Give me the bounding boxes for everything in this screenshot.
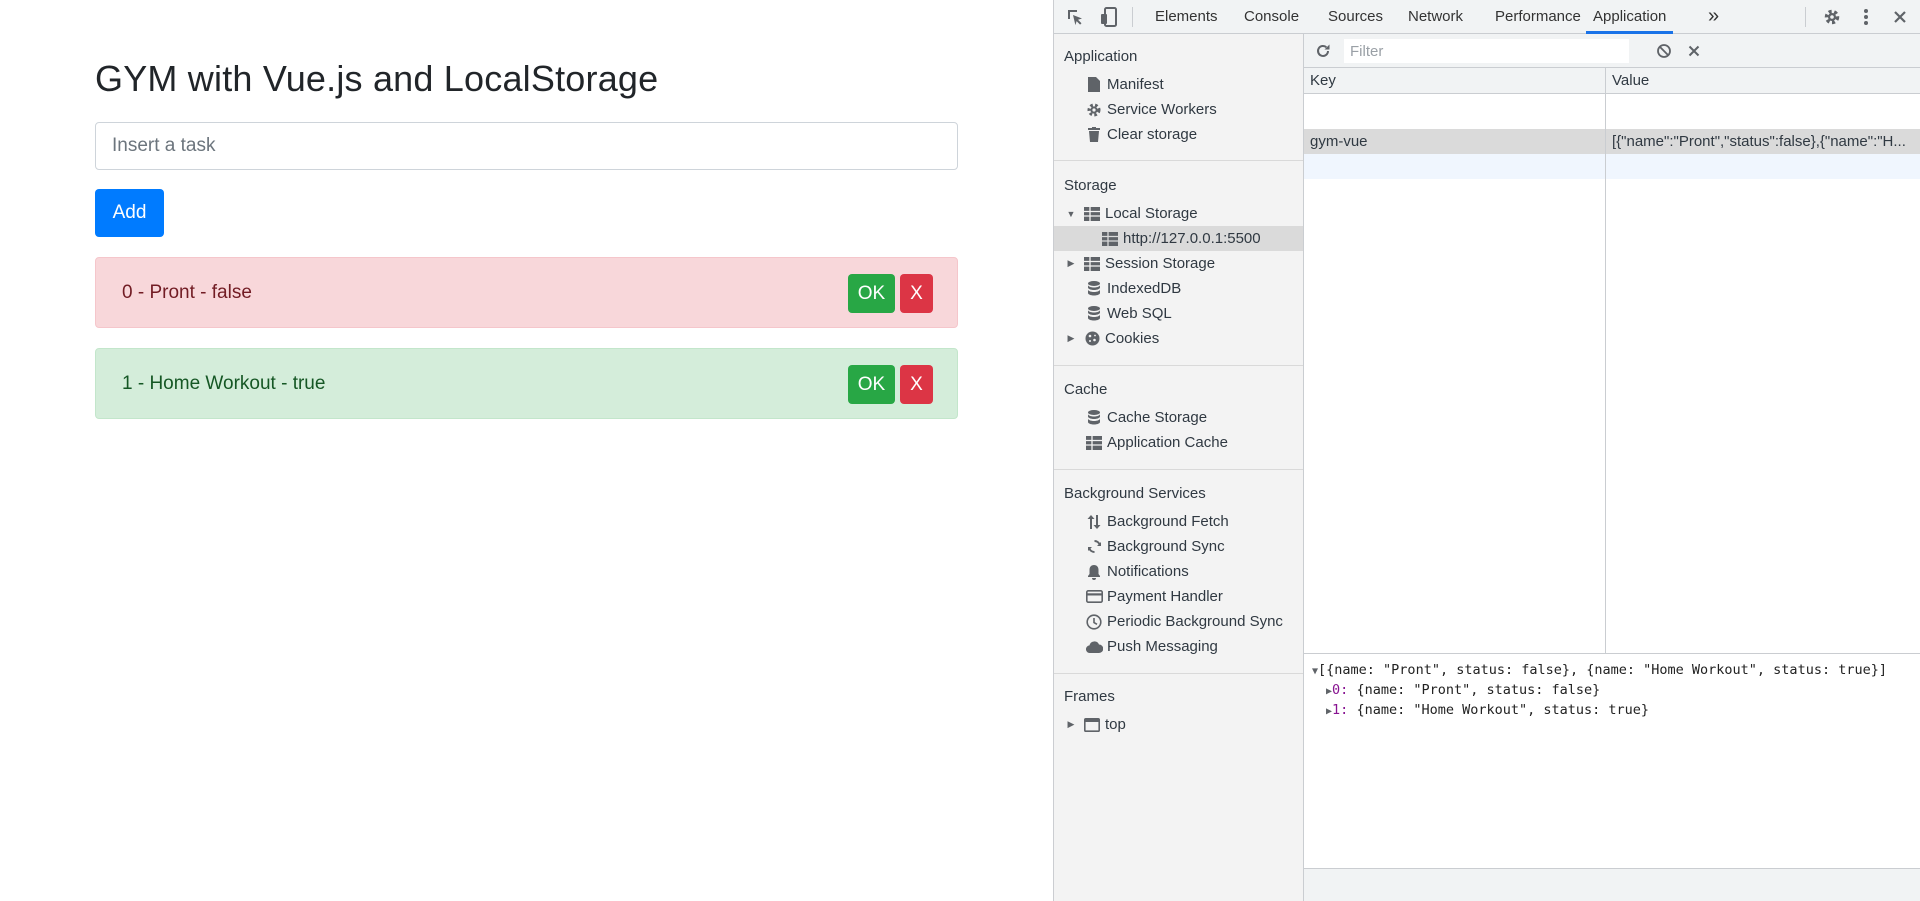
sidebar-item-background-fetch[interactable]: Background Fetch bbox=[1054, 509, 1303, 534]
task-item-1: 1 - Home Workout - true OK X bbox=[95, 348, 958, 419]
toolbar-separator bbox=[1132, 7, 1133, 27]
sidebar-divider bbox=[1054, 160, 1303, 161]
page-title: GYM with Vue.js and LocalStorage bbox=[95, 58, 659, 99]
clear-all-block-icon[interactable] bbox=[1651, 38, 1677, 64]
devtools-panel: Elements Console Sources Network Perform… bbox=[1053, 0, 1920, 901]
sidebar-item-cookies[interactable]: ▶ Cookies bbox=[1054, 326, 1303, 351]
add-button[interactable]: Add bbox=[95, 189, 164, 237]
collapsed-triangle-icon[interactable]: ▶ bbox=[1066, 719, 1076, 730]
sidebar-item-frame-top[interactable]: ▶ top bbox=[1054, 712, 1303, 737]
sidebar-item-payment-handler[interactable]: Payment Handler bbox=[1054, 584, 1303, 609]
delete-selected-icon[interactable] bbox=[1681, 38, 1707, 64]
web-page: GYM with Vue.js and LocalStorage Add 0 -… bbox=[0, 0, 1053, 901]
device-toolbar-icon[interactable] bbox=[1096, 4, 1122, 30]
sidebar-item-session-storage[interactable]: ▶ Session Storage bbox=[1054, 251, 1303, 276]
cloud-icon bbox=[1084, 637, 1104, 657]
sidebar-item-local-storage-origin[interactable]: http://127.0.0.1:5500 bbox=[1054, 226, 1303, 251]
column-header-value[interactable]: Value bbox=[1612, 72, 1649, 89]
preview-item-0[interactable]: ▶0: {name: "Pront", status: false} bbox=[1326, 682, 1600, 698]
storage-filter-bar bbox=[1304, 34, 1920, 68]
sidebar-heading-background-services: Background Services bbox=[1064, 485, 1206, 502]
sidebar-item-background-sync[interactable]: Background Sync bbox=[1054, 534, 1303, 559]
task-label: 0 - Pront - false bbox=[122, 282, 252, 303]
sidebar-heading-application: Application bbox=[1064, 48, 1138, 65]
sidebar-item-cache-storage[interactable]: Cache Storage bbox=[1054, 405, 1303, 430]
toolbar-separator bbox=[1805, 7, 1806, 27]
refresh-icon[interactable] bbox=[1310, 38, 1336, 64]
table-grid-icon bbox=[1100, 229, 1120, 249]
preview-root[interactable]: ▼[{name: "Pront", status: false}, {name:… bbox=[1312, 662, 1887, 678]
task-remove-button[interactable]: X bbox=[900, 274, 933, 313]
collapsed-triangle-icon[interactable]: ▶ bbox=[1066, 258, 1076, 269]
storage-view: Key Value gym-vue [{"name":"Pront","stat… bbox=[1304, 34, 1920, 901]
sidebar-item-manifest[interactable]: Manifest bbox=[1054, 72, 1303, 97]
sync-icon bbox=[1084, 537, 1104, 557]
frame-window-icon bbox=[1082, 715, 1102, 735]
expanded-triangle-icon[interactable]: ▼ bbox=[1066, 209, 1076, 219]
value-preview: ▼[{name: "Pront", status: false}, {name:… bbox=[1304, 655, 1920, 901]
sidebar-item-local-storage[interactable]: ▼ Local Storage bbox=[1054, 201, 1303, 226]
sidebar-item-notifications[interactable]: Notifications bbox=[1054, 559, 1303, 584]
sidebar-heading-cache: Cache bbox=[1064, 381, 1108, 398]
devtools-status-bar bbox=[1304, 868, 1920, 901]
sidebar-item-clear-storage[interactable]: Clear storage bbox=[1054, 122, 1303, 147]
cookie-icon bbox=[1082, 329, 1102, 349]
task-ok-button[interactable]: OK bbox=[848, 365, 895, 404]
sidebar-item-web-sql[interactable]: Web SQL bbox=[1054, 301, 1303, 326]
sidebar-item-application-cache[interactable]: Application Cache bbox=[1054, 430, 1303, 455]
database-icon bbox=[1084, 279, 1104, 299]
task-input[interactable] bbox=[95, 122, 958, 170]
sidebar-divider bbox=[1054, 365, 1303, 366]
inspect-element-icon[interactable] bbox=[1062, 4, 1088, 30]
trash-icon bbox=[1084, 125, 1104, 145]
table-row[interactable]: gym-vue [{"name":"Pront","status":false}… bbox=[1304, 129, 1920, 154]
task-label: 1 - Home Workout - true bbox=[122, 373, 326, 394]
filter-input[interactable] bbox=[1344, 39, 1629, 63]
sidebar-heading-frames: Frames bbox=[1064, 688, 1115, 705]
table-grid-icon bbox=[1082, 254, 1102, 274]
collapsed-triangle-icon[interactable]: ▶ bbox=[1066, 333, 1076, 344]
sidebar-item-push-messaging[interactable]: Push Messaging bbox=[1054, 634, 1303, 659]
tab-sources[interactable]: Sources bbox=[1328, 0, 1383, 34]
gear-icon bbox=[1084, 100, 1104, 120]
preview-item-1[interactable]: ▶1: {name: "Home Workout", status: true} bbox=[1326, 702, 1649, 718]
sidebar-divider bbox=[1054, 673, 1303, 674]
more-tabs-icon[interactable]: » bbox=[1708, 0, 1719, 34]
table-grid-icon bbox=[1082, 204, 1102, 224]
tab-elements[interactable]: Elements bbox=[1155, 0, 1218, 34]
kv-table-header: Key Value bbox=[1304, 68, 1920, 94]
tab-performance[interactable]: Performance bbox=[1495, 0, 1581, 34]
credit-card-icon bbox=[1084, 587, 1104, 607]
sidebar-divider bbox=[1054, 469, 1303, 470]
task-remove-button[interactable]: X bbox=[900, 365, 933, 404]
file-icon bbox=[1084, 75, 1104, 95]
bell-icon bbox=[1084, 562, 1104, 582]
application-sidebar: Application Manifest Service Workers Cle… bbox=[1054, 34, 1304, 901]
table-row-empty[interactable] bbox=[1304, 154, 1920, 179]
sidebar-heading-storage: Storage bbox=[1064, 177, 1117, 194]
tab-console[interactable]: Console bbox=[1244, 0, 1299, 34]
column-header-key[interactable]: Key bbox=[1310, 72, 1336, 89]
database-icon bbox=[1084, 408, 1104, 428]
devtools-toolbar: Elements Console Sources Network Perform… bbox=[1054, 0, 1920, 34]
sidebar-item-indexeddb[interactable]: IndexedDB bbox=[1054, 276, 1303, 301]
tab-application[interactable]: Application bbox=[1586, 0, 1674, 34]
settings-gear-icon[interactable] bbox=[1819, 4, 1845, 30]
sidebar-item-service-workers[interactable]: Service Workers bbox=[1054, 97, 1303, 122]
sidebar-item-periodic-background-sync[interactable]: Periodic Background Sync bbox=[1054, 609, 1303, 634]
table-grid-icon bbox=[1084, 433, 1104, 453]
column-divider bbox=[1605, 68, 1606, 654]
clock-icon bbox=[1084, 612, 1104, 632]
database-icon bbox=[1084, 304, 1104, 324]
table-bottom-border bbox=[1304, 653, 1920, 654]
more-options-icon[interactable] bbox=[1853, 4, 1879, 30]
tab-network[interactable]: Network bbox=[1408, 0, 1463, 34]
task-item-0: 0 - Pront - false OK X bbox=[95, 257, 958, 328]
row-key: gym-vue bbox=[1310, 133, 1368, 150]
row-value: [{"name":"Pront","status":false},{"name"… bbox=[1612, 133, 1906, 150]
close-devtools-icon[interactable] bbox=[1887, 4, 1913, 30]
task-ok-button[interactable]: OK bbox=[848, 274, 895, 313]
up-down-arrows-icon bbox=[1084, 512, 1104, 532]
